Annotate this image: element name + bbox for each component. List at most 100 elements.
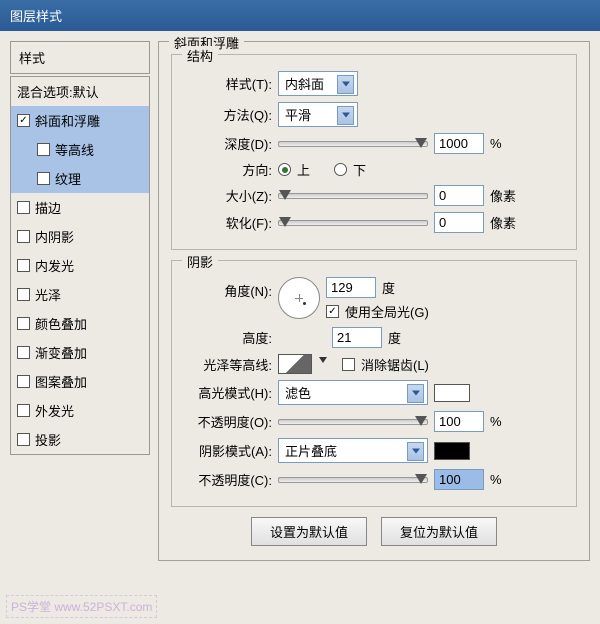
bevel-fieldset: 斜面和浮雕 结构 样式(T): 内斜面 方法(Q): 平滑 深度(D): % <box>158 41 590 561</box>
chevron-down-icon <box>412 448 420 453</box>
highlight-opacity-slider[interactable] <box>278 419 428 425</box>
direction-down-radio[interactable] <box>334 163 347 176</box>
size-slider[interactable] <box>278 193 428 199</box>
slider-thumb[interactable] <box>415 138 427 148</box>
style-item[interactable]: 外发光 <box>11 396 149 425</box>
shading-legend: 阴影 <box>182 252 218 271</box>
technique-select[interactable]: 平滑 <box>278 102 358 127</box>
soften-slider[interactable] <box>278 220 428 226</box>
slider-thumb[interactable] <box>279 217 291 227</box>
highlight-opacity-label: 不透明度(O): <box>182 412 272 431</box>
shadow-color-swatch[interactable] <box>434 442 470 460</box>
style-item-label: 外发光 <box>35 401 74 420</box>
size-input[interactable] <box>434 185 484 206</box>
style-item[interactable]: 斜面和浮雕 <box>11 106 149 135</box>
dialog-body: 样式 混合选项:默认 斜面和浮雕等高线纹理描边内阴影内发光光泽颜色叠加渐变叠加图… <box>0 31 600 581</box>
chevron-down-icon <box>412 390 420 395</box>
depth-slider[interactable] <box>278 141 428 147</box>
altitude-label: 高度: <box>182 328 272 347</box>
style-checkbox[interactable] <box>17 433 30 446</box>
altitude-unit: 度 <box>388 328 401 347</box>
style-checkbox[interactable] <box>37 143 50 156</box>
chevron-down-icon <box>319 357 327 363</box>
angle-dial[interactable] <box>278 277 320 319</box>
style-item-label: 光泽 <box>35 285 61 304</box>
style-item[interactable]: 光泽 <box>11 280 149 309</box>
direction-up-label: 上 <box>297 160 310 179</box>
depth-unit: % <box>490 136 525 151</box>
direction-up-radio[interactable] <box>278 163 291 176</box>
style-checkbox[interactable] <box>17 201 30 214</box>
blend-options[interactable]: 混合选项:默认 <box>11 77 149 106</box>
angle-unit: 度 <box>382 278 395 297</box>
antialias-label: 消除锯齿(L) <box>361 355 429 374</box>
size-label: 大小(Z): <box>182 186 272 205</box>
style-item-label: 图案叠加 <box>35 372 87 391</box>
technique-label: 方法(Q): <box>182 105 272 124</box>
gloss-contour[interactable] <box>278 354 312 374</box>
style-checkbox[interactable] <box>17 317 30 330</box>
style-checkbox[interactable] <box>17 404 30 417</box>
shadow-opacity-slider[interactable] <box>278 477 428 483</box>
slider-thumb[interactable] <box>279 190 291 200</box>
soften-input[interactable] <box>434 212 484 233</box>
style-item[interactable]: 等高线 <box>11 135 149 164</box>
depth-input[interactable] <box>434 133 484 154</box>
chevron-down-icon <box>342 112 350 117</box>
make-default-button[interactable]: 设置为默认值 <box>251 517 367 546</box>
style-item-label: 斜面和浮雕 <box>35 111 100 130</box>
reset-default-button[interactable]: 复位为默认值 <box>381 517 497 546</box>
style-item[interactable]: 纹理 <box>11 164 149 193</box>
style-checkbox[interactable] <box>17 230 30 243</box>
highlight-opacity-input[interactable] <box>434 411 484 432</box>
structure-legend: 结构 <box>182 46 218 65</box>
button-row: 设置为默认值 复位为默认值 <box>171 517 577 546</box>
style-item-label: 颜色叠加 <box>35 314 87 333</box>
highlight-color-swatch[interactable] <box>434 384 470 402</box>
soften-unit: 像素 <box>490 213 525 232</box>
shadow-mode-select[interactable]: 正片叠底 <box>278 438 428 463</box>
style-checkbox[interactable] <box>17 288 30 301</box>
global-light-label: 使用全局光(G) <box>345 302 429 321</box>
structure-group: 结构 样式(T): 内斜面 方法(Q): 平滑 深度(D): % 方向: <box>171 54 577 250</box>
antialias-checkbox[interactable] <box>342 358 355 371</box>
style-item-label: 投影 <box>35 430 61 449</box>
title-bar: 图层样式 <box>0 0 600 31</box>
chevron-down-icon <box>342 81 350 86</box>
style-checkbox[interactable] <box>17 346 30 359</box>
soften-label: 软化(F): <box>182 213 272 232</box>
shadow-opacity-input[interactable] <box>434 469 484 490</box>
direction-label: 方向: <box>182 160 272 179</box>
style-item[interactable]: 描边 <box>11 193 149 222</box>
style-item[interactable]: 颜色叠加 <box>11 309 149 338</box>
slider-thumb[interactable] <box>415 474 427 484</box>
style-checkbox[interactable] <box>17 259 30 272</box>
styles-header: 样式 <box>10 41 150 74</box>
angle-label: 角度(N): <box>182 277 272 300</box>
style-checkbox[interactable] <box>17 114 30 127</box>
shadow-opacity-label: 不透明度(C): <box>182 470 272 489</box>
highlight-mode-select[interactable]: 滤色 <box>278 380 428 405</box>
style-item[interactable]: 渐变叠加 <box>11 338 149 367</box>
style-item[interactable]: 投影 <box>11 425 149 454</box>
style-item[interactable]: 内阴影 <box>11 222 149 251</box>
highlight-mode-label: 高光模式(H): <box>182 383 272 402</box>
altitude-input[interactable] <box>332 327 382 348</box>
angle-input[interactable] <box>326 277 376 298</box>
right-panel: 斜面和浮雕 结构 样式(T): 内斜面 方法(Q): 平滑 深度(D): % <box>158 41 590 571</box>
global-light-checkbox[interactable] <box>326 305 339 318</box>
style-item-label: 内阴影 <box>35 227 74 246</box>
style-item[interactable]: 内发光 <box>11 251 149 280</box>
style-item-label: 描边 <box>35 198 61 217</box>
window-title: 图层样式 <box>10 9 62 24</box>
style-item-label: 等高线 <box>55 140 94 159</box>
style-item[interactable]: 图案叠加 <box>11 367 149 396</box>
style-select[interactable]: 内斜面 <box>278 71 358 96</box>
style-checkbox[interactable] <box>37 172 50 185</box>
gloss-label: 光泽等高线: <box>182 355 272 374</box>
style-list: 混合选项:默认 斜面和浮雕等高线纹理描边内阴影内发光光泽颜色叠加渐变叠加图案叠加… <box>10 76 150 455</box>
style-checkbox[interactable] <box>17 375 30 388</box>
slider-thumb[interactable] <box>415 416 427 426</box>
style-item-label: 渐变叠加 <box>35 343 87 362</box>
size-unit: 像素 <box>490 186 525 205</box>
